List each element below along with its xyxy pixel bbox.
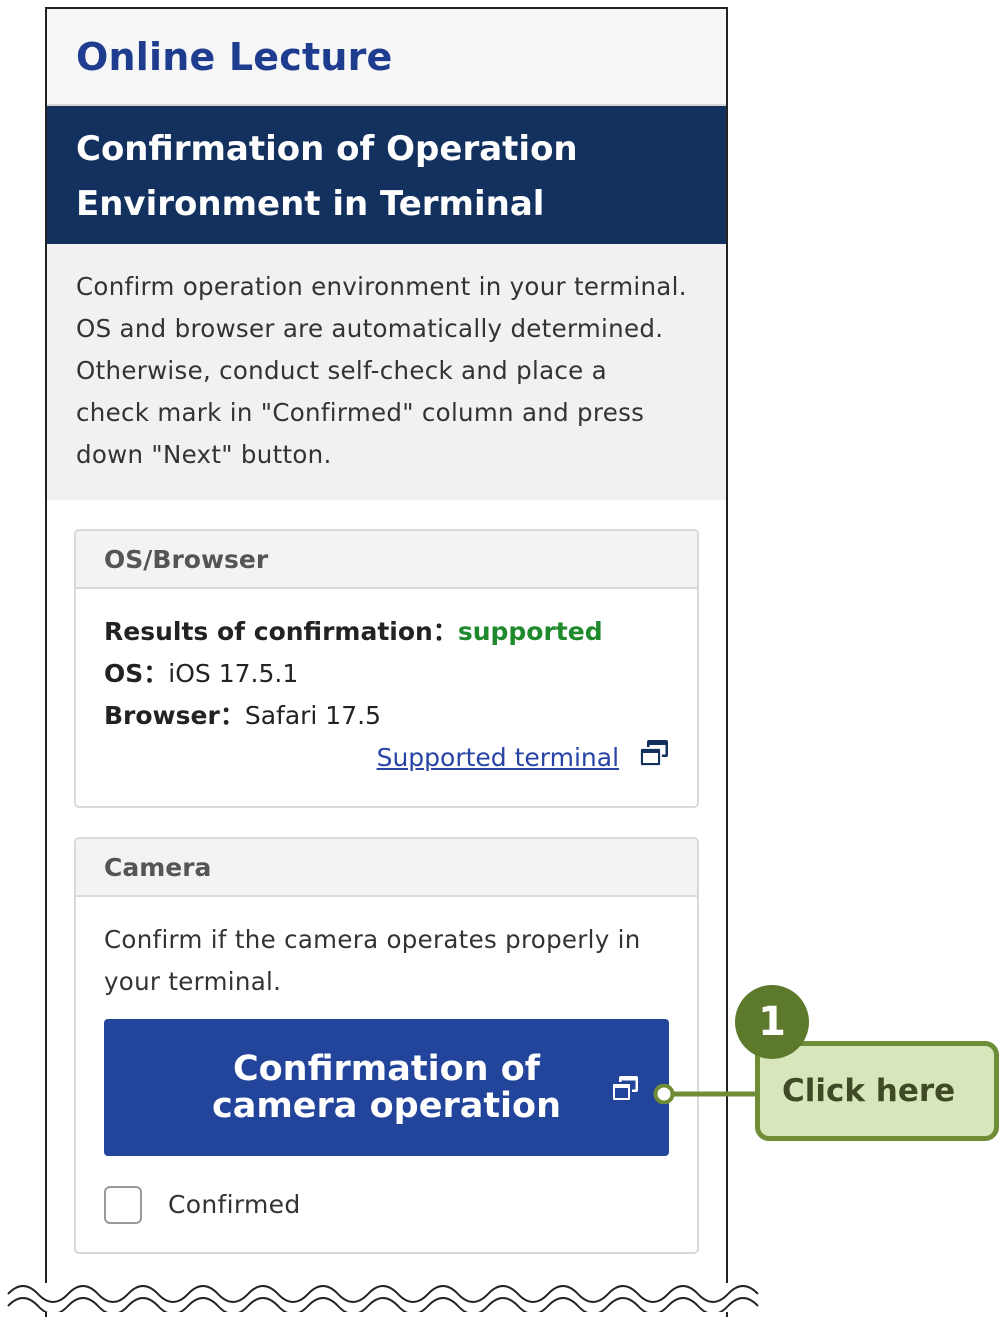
confirmed-row: Confirmed — [104, 1184, 669, 1226]
callout-text: Click here — [782, 1073, 956, 1109]
app-title: Online Lecture — [76, 34, 393, 79]
os-row: OS：iOS 17.5.1 — [104, 653, 669, 695]
click-here-callout: Click here — [755, 1041, 999, 1141]
intro-line: down "Next" button. — [76, 440, 332, 469]
camera-description: Confirm if the camera operates properly … — [104, 919, 669, 1003]
intro-text: Confirm operation environment in your te… — [47, 244, 726, 500]
break-line-decoration — [0, 1283, 770, 1312]
os-browser-card: OS/Browser Results of confirmation：suppo… — [74, 529, 699, 808]
os-browser-body: Results of confirmation：supported OS：iOS… — [76, 589, 697, 806]
camera-button-line1: Confirmation of — [232, 1048, 541, 1089]
camera-check-button[interactable]: Confirmation of camera operation — [104, 1019, 669, 1156]
result-label: Results of confirmation： — [104, 617, 458, 646]
intro-line: Confirm operation environment in your te… — [76, 272, 687, 301]
camera-button-line2: camera operation — [211, 1085, 562, 1126]
camera-description-line1: Confirm if the camera operates properly … — [104, 925, 641, 954]
camera-body: Confirm if the camera operates properly … — [76, 897, 697, 1252]
os-label: OS： — [104, 659, 169, 688]
camera-description-line2: your terminal. — [104, 967, 282, 996]
browser-label: Browser： — [104, 701, 245, 730]
confirmed-checkbox[interactable] — [104, 1186, 142, 1224]
supported-terminal-link[interactable]: Supported terminal — [377, 743, 619, 772]
supported-terminal-row: Supported terminal — [104, 737, 669, 780]
camera-card: Camera Confirm if the camera operates pr… — [74, 837, 699, 1254]
content: OS/Browser Results of confirmation：suppo… — [47, 500, 726, 1254]
external-window-icon[interactable] — [639, 738, 669, 780]
section-title-line1: Confirmation of Operation — [76, 129, 578, 169]
confirmed-label: Confirmed — [168, 1190, 301, 1219]
intro-line: check mark in "Confirmed" column and pre… — [76, 398, 645, 427]
result-value: supported — [457, 617, 603, 646]
os-browser-header: OS/Browser — [76, 531, 697, 589]
external-window-icon — [611, 1073, 639, 1110]
section-title: Confirmation of Operation Environment in… — [47, 106, 726, 244]
app-header: Online Lecture — [47, 9, 726, 106]
callout-connector — [653, 1084, 760, 1104]
os-value: iOS 17.5.1 — [168, 659, 299, 688]
section-title-line2: Environment in Terminal — [76, 184, 545, 224]
browser-value: Safari 17.5 — [244, 701, 381, 730]
intro-line: OS and browser are automatically determi… — [76, 314, 664, 343]
result-row: Results of confirmation：supported — [104, 611, 669, 653]
step-badge: 1 — [735, 985, 809, 1059]
phone-screen: Online Lecture Confirmation of Operation… — [45, 7, 728, 1317]
intro-line: Otherwise, conduct self-check and place … — [76, 356, 607, 385]
browser-row: Browser：Safari 17.5 — [104, 695, 669, 737]
camera-header: Camera — [76, 839, 697, 897]
